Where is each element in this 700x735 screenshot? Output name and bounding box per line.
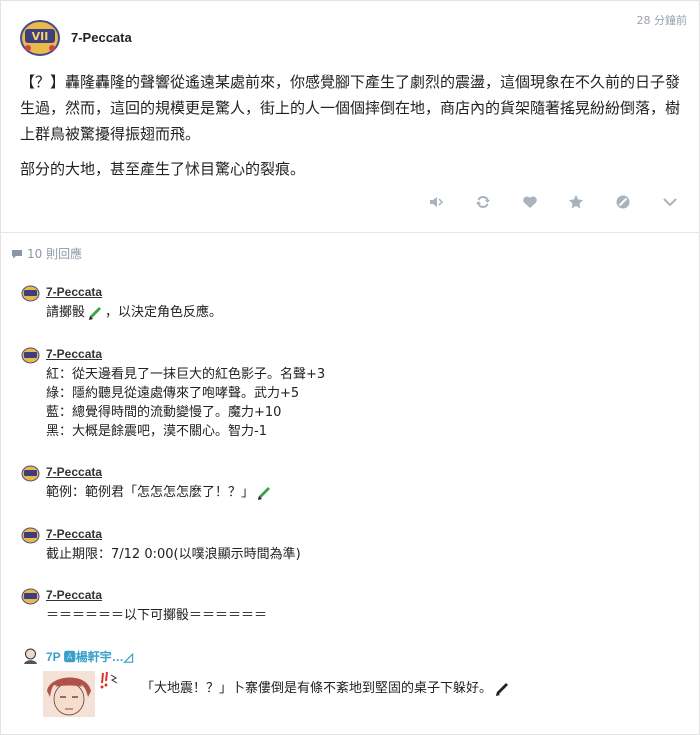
comment-text: 「大地震！？」卜寨僂倒是有條不紊地到堅固的桌子下躲好。 (141, 677, 512, 698)
speaker-icon (430, 197, 444, 207)
comment-text: 請擲骰 ，以決定角色反應。 (46, 303, 222, 322)
chevron-down-icon (663, 198, 677, 207)
comment-line: 紅：從天邊看見了一抹巨大的紅色影子。名聲+3 (46, 367, 326, 382)
commenter-avatar[interactable] (21, 346, 40, 364)
post-timestamp: 28 分鐘前 (636, 14, 688, 27)
comment-author[interactable]: 7-Peccata (46, 285, 102, 299)
like-button[interactable] (519, 191, 541, 213)
comment-text-part: ，以決定角色反應。 (105, 305, 223, 320)
comment-text: 截止期限：7/12 0:00(以噗浪顯示時間為準) (46, 547, 301, 562)
svg-text:VII: VII (32, 30, 49, 43)
dice-pen-icon (496, 682, 509, 696)
comment-text-part: 範例：範例君「怎怎怎怎麼了！？」 (46, 485, 255, 500)
post-paragraph: 【？】轟隆轟隆的聲響從遙遠某處前來，你感覺腳下產生了劇烈的震盪，這個現象在不久前… (20, 73, 681, 143)
comment-author[interactable]: 7-Peccata (46, 527, 102, 541)
shock-marks-icon (100, 671, 118, 689)
character-portrait (43, 671, 95, 717)
comment-bubble-icon (12, 249, 22, 258)
star-icon (569, 195, 584, 209)
comment-text-part: 請擲骰 (46, 305, 86, 320)
commenter-avatar[interactable] (21, 587, 40, 605)
block-icon (616, 195, 630, 209)
author-avatar[interactable]: VII (19, 17, 61, 57)
comment-text: 範例：範例君「怎怎怎怎麼了！？」 (46, 483, 274, 502)
favorite-button[interactable] (565, 191, 587, 213)
post-paragraph: 部分的大地，甚至產生了怵目驚心的裂痕。 (20, 160, 306, 178)
replurk-button[interactable] (472, 191, 494, 213)
post-actions (425, 191, 681, 213)
post-content: 【？】轟隆轟隆的聲響從遙遠某處前來，你感覺腳下產生了劇烈的震盪，這個現象在不久前… (20, 69, 682, 191)
repost-icon (475, 196, 490, 208)
reply-count-label: 10 則回應 (27, 247, 83, 261)
more-button[interactable] (659, 191, 681, 213)
comment-line: 黑：大概是餘震吧，漠不關心。智力-1 (46, 424, 267, 439)
dice-pen-icon (89, 306, 102, 320)
heart-icon (522, 196, 537, 208)
post-author[interactable]: 7-Peccata (71, 30, 132, 45)
comment-text: 紅：從天邊看見了一抹巨大的紅色影子。名聲+3 綠：隱約聽見從遠處傳來了咆哮聲。武… (46, 365, 325, 441)
comment: 7P 🅰楊軒宇…◿ 「大地震！？」卜寨僂倒是有條不紊地到堅固的桌子下躲好。 (21, 647, 681, 727)
commenter-avatar[interactable] (21, 464, 40, 482)
comment-text-part: 「大地震！？」卜寨僂倒是有條不紊地到堅固的桌子下躲好。 (141, 681, 493, 696)
comment-author[interactable]: 7-Peccata (46, 347, 102, 361)
mute-thread-button[interactable] (612, 191, 634, 213)
commenter-avatar[interactable] (21, 284, 40, 302)
commenter-avatar[interactable] (21, 647, 40, 665)
dice-pen-icon (258, 486, 271, 500)
reply-count[interactable]: 10 則回應 (11, 245, 82, 262)
commenter-avatar[interactable] (21, 526, 40, 544)
comment-text: ＝＝＝＝＝＝以下可擲骰＝＝＝＝＝＝ (46, 608, 268, 623)
comment-author[interactable]: 7P 🅰楊軒宇…◿ (46, 648, 133, 665)
comment-author[interactable]: 7-Peccata (46, 465, 102, 479)
comment-author[interactable]: 7-Peccata (46, 588, 102, 602)
comment-line: 藍：總覺得時間的流動變慢了。魔力+10 (46, 405, 282, 420)
plurk-card: VII 7-Peccata 28 分鐘前 【？】轟隆轟隆的聲響從遙遠某處前來，你… (0, 0, 700, 735)
comment-line: 綠：隱約聽見從遠處傳來了咆哮聲。武力+5 (46, 386, 300, 401)
divider (1, 232, 700, 233)
mute-button[interactable] (425, 191, 447, 213)
